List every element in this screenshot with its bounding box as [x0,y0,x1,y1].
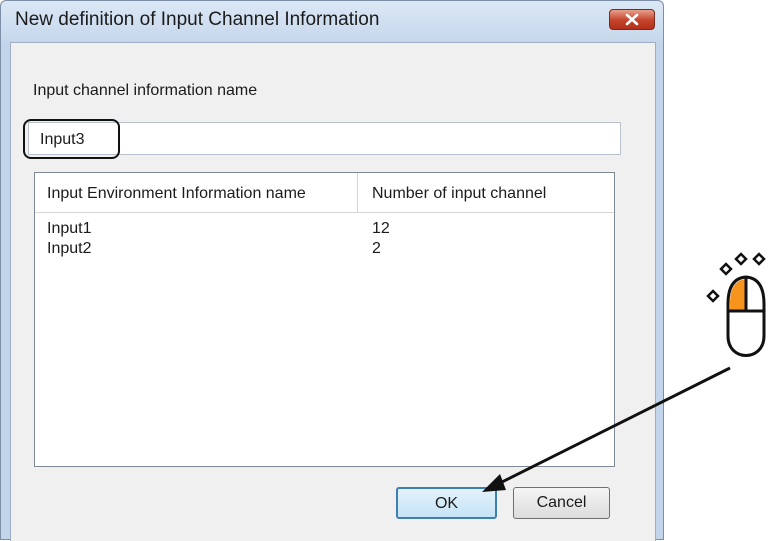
name-label: Input channel information name [33,82,258,99]
title-bar: New definition of Input Channel Informat… [1,1,663,41]
row-name: Input2 [47,240,92,257]
row-name: Input1 [47,220,92,237]
dialog-body: Input channel information name Input3 In… [10,42,656,541]
close-icon [625,13,639,26]
dialog-title: New definition of Input Channel Informat… [15,9,380,30]
input-highlight-box [23,119,120,159]
column-header-channels[interactable]: Number of input channel [358,173,614,213]
ok-button[interactable]: OK [396,487,497,519]
column-header-name[interactable]: Input Environment Information name [35,173,358,213]
table-row[interactable]: Input2 2 [35,240,614,260]
environment-list[interactable]: Input Environment Information name Numbe… [34,172,615,467]
mouse-left-click-icon [706,252,766,357]
row-channels: 12 [372,220,390,237]
dialog-window: New definition of Input Channel Informat… [0,0,664,541]
cancel-button[interactable]: Cancel [513,487,610,519]
close-button[interactable] [609,9,655,30]
table-row[interactable]: Input1 12 [35,220,614,240]
row-channels: 2 [372,240,381,257]
